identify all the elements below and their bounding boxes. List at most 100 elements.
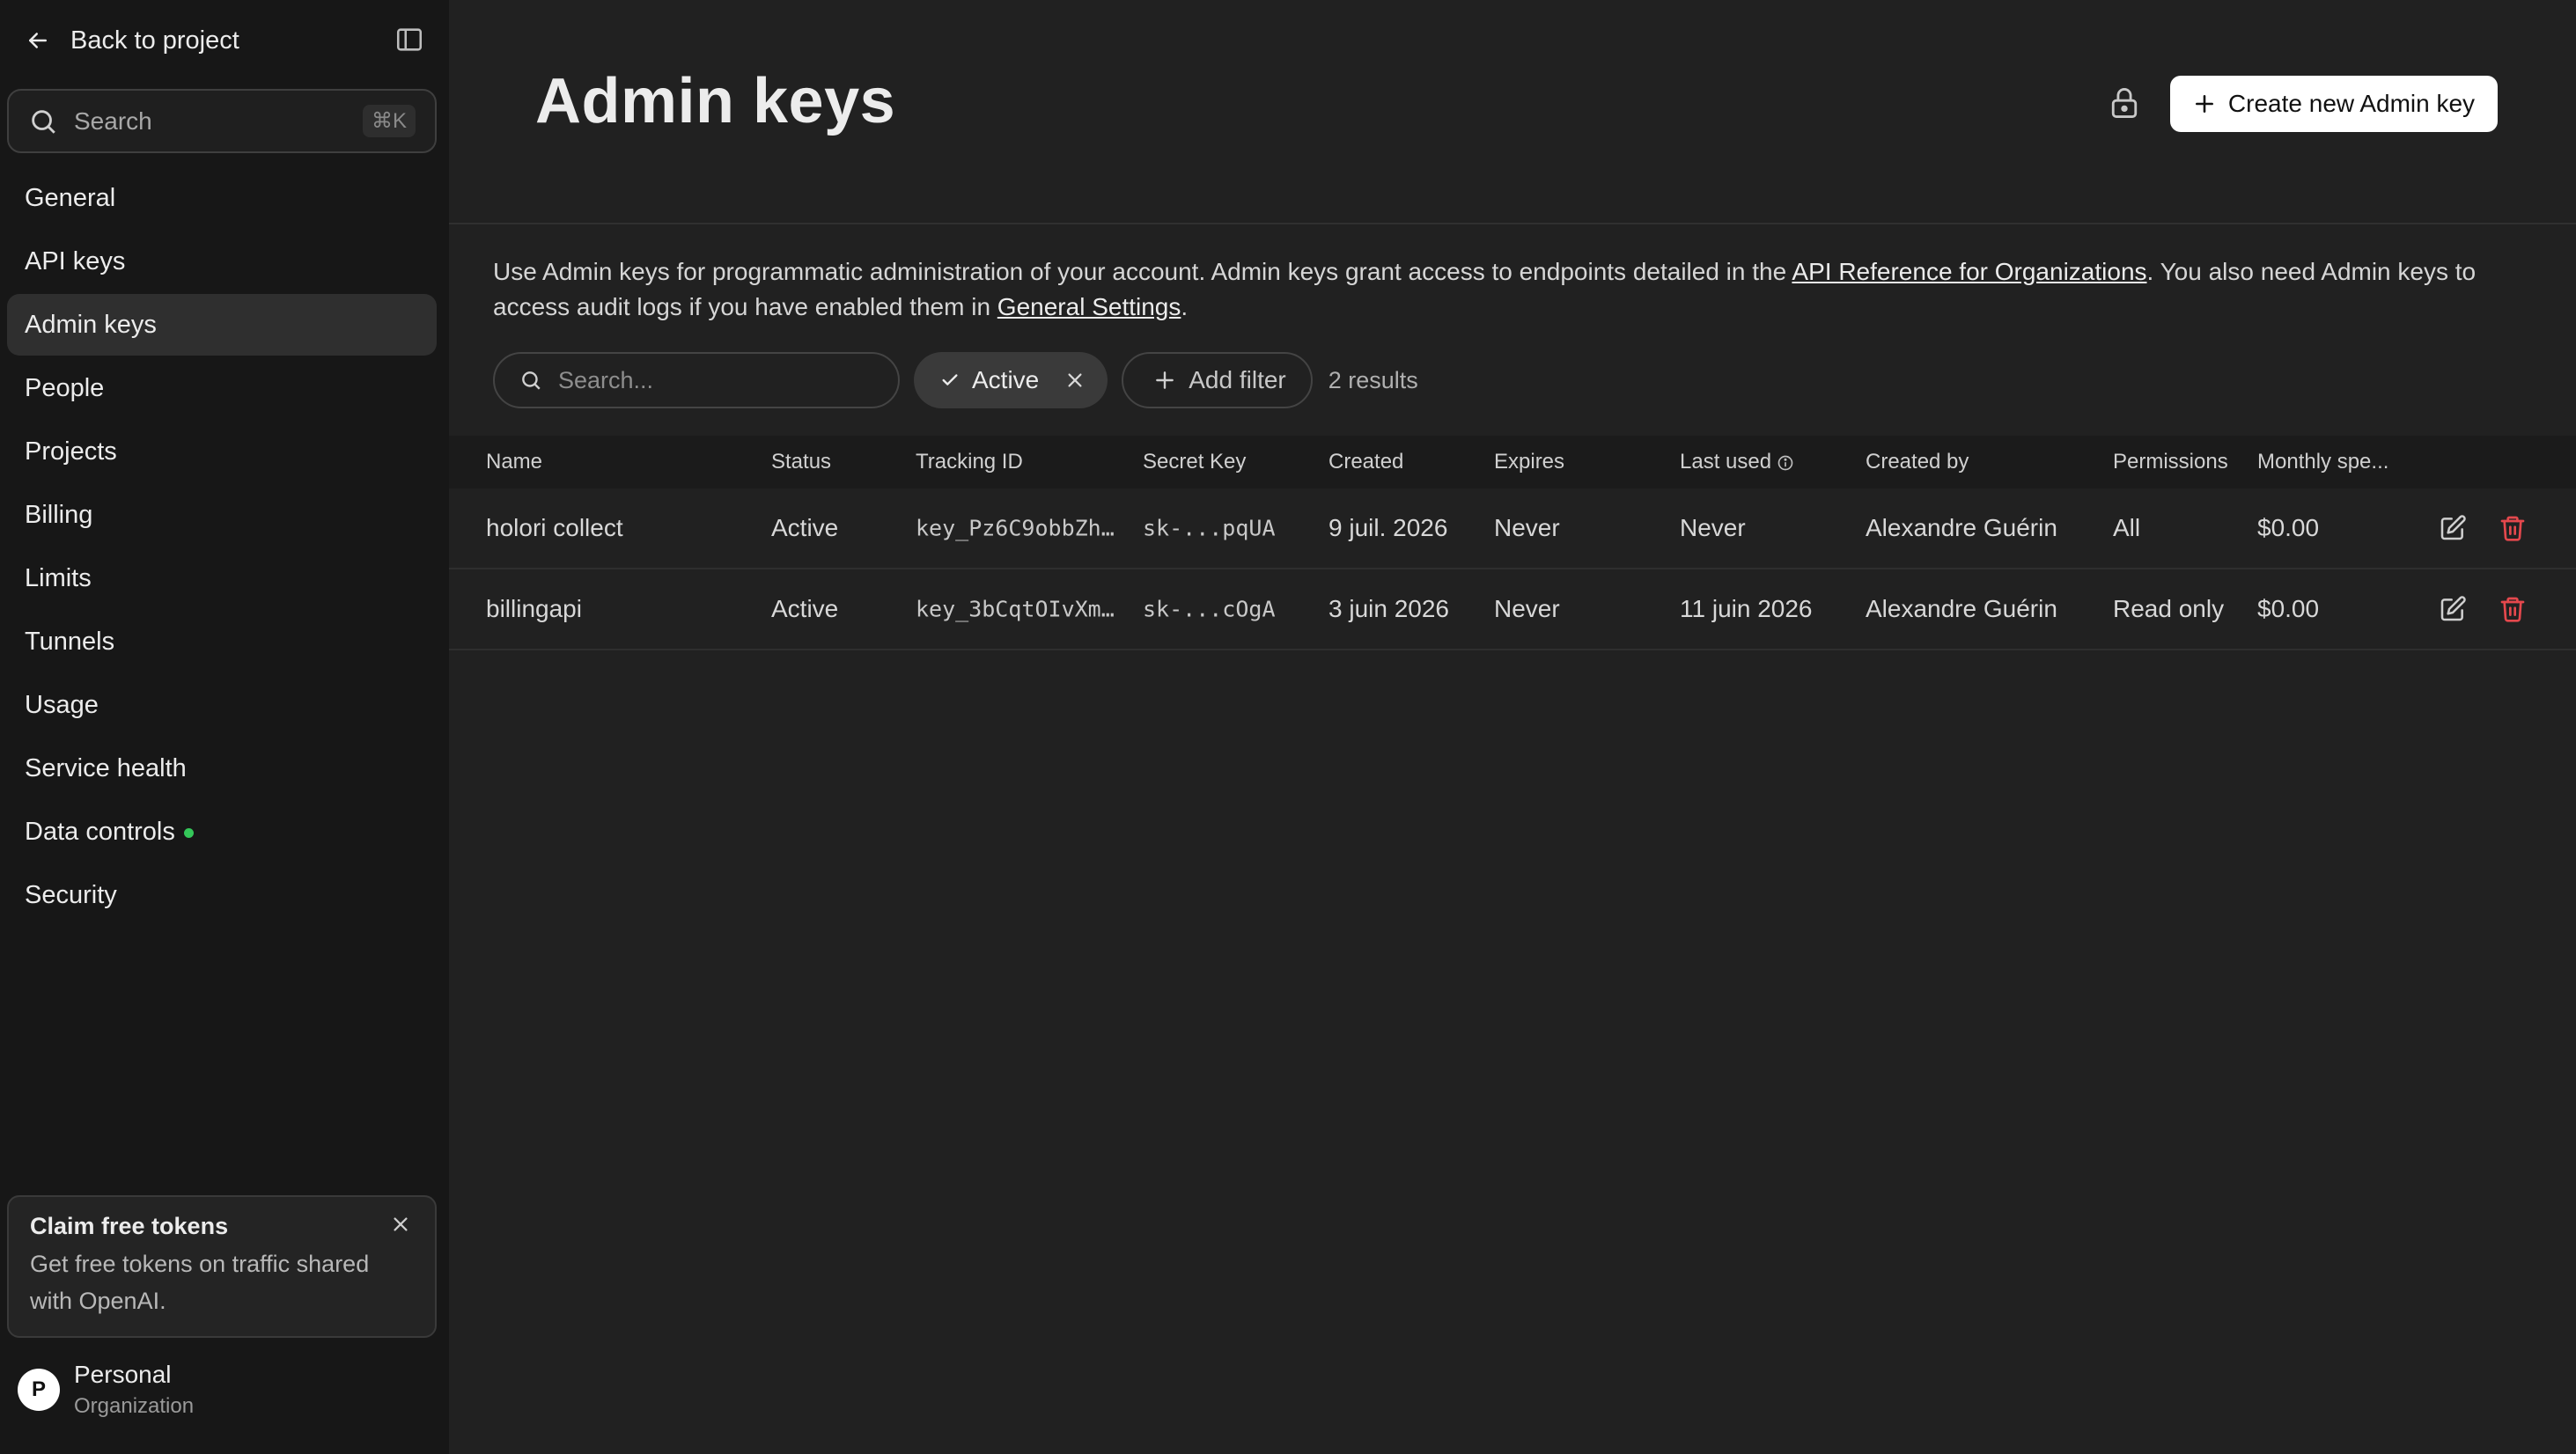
info-icon[interactable] — [1777, 454, 1794, 472]
general-settings-link[interactable]: General Settings — [997, 293, 1181, 320]
table-header: Name Status Tracking ID Secret Key Creat… — [449, 436, 2576, 488]
arrow-left-icon — [29, 33, 47, 48]
search-input[interactable]: Search... — [493, 352, 900, 408]
sidebar-item-label: Admin keys — [25, 310, 157, 339]
sidebar-search[interactable]: Search ⌘K — [7, 89, 437, 153]
page-description: Use Admin keys for programmatic administ… — [493, 254, 2544, 325]
cell-created: 9 juil. 2026 — [1328, 514, 1448, 541]
column-header-created[interactable]: Created — [1328, 450, 1403, 474]
search-shortcut-badge: ⌘K — [362, 105, 416, 137]
header-divider — [449, 223, 2576, 224]
create-admin-key-label: Create new Admin key — [2227, 90, 2476, 117]
cell-status: Active — [771, 595, 839, 622]
edit-icon[interactable] — [2439, 514, 2467, 542]
sidebar: Back to project Search ⌘K General API ke… — [0, 0, 449, 1454]
column-header-status[interactable]: Status — [771, 450, 831, 474]
edit-icon[interactable] — [2439, 595, 2467, 623]
cell-tracking-id: key_Pz6C9obbZh… — [916, 515, 1115, 541]
api-reference-link[interactable]: API Reference for Organizations — [1792, 258, 2146, 285]
sidebar-item-data-controls[interactable]: Data controls — [7, 801, 437, 863]
plus-icon — [1156, 371, 1174, 389]
active-filter-label: Active — [972, 366, 1040, 393]
sidebar-item-security[interactable]: Security — [7, 864, 437, 926]
sidebar-item-label: Limits — [25, 563, 92, 592]
lock-icon[interactable] — [2109, 85, 2139, 121]
column-header-last-used[interactable]: Last used — [1680, 450, 1794, 474]
main-content: Admin keys Create new Admin key Use Admi… — [449, 0, 2576, 1454]
active-filter-chip[interactable]: Active — [914, 352, 1108, 408]
cell-tracking-id: key_3bCqtOIvXm… — [916, 596, 1115, 622]
sidebar-item-general[interactable]: General — [7, 167, 437, 229]
back-to-project-link[interactable]: Back to project — [25, 26, 239, 55]
cell-last-used: 11 juin 2026 — [1680, 595, 1813, 622]
column-header-permissions[interactable]: Permissions — [2113, 450, 2228, 474]
sidebar-item-usage[interactable]: Usage — [7, 674, 437, 736]
organization-name: Personal — [74, 1361, 172, 1388]
cell-secret-key: sk-...cOgA — [1143, 596, 1276, 622]
cell-monthly-spend: $0.00 — [2257, 595, 2320, 622]
sidebar-item-label: Billing — [25, 500, 93, 529]
sidebar-item-api-keys[interactable]: API keys — [7, 231, 437, 292]
sidebar-item-billing[interactable]: Billing — [7, 484, 437, 546]
column-header-last-used-label: Last used — [1680, 450, 1772, 474]
sidebar-nav: General API keys Admin keys People Proje… — [7, 167, 437, 928]
add-filter-button[interactable]: Add filter — [1122, 352, 1313, 408]
sidebar-item-limits[interactable]: Limits — [7, 547, 437, 609]
cell-monthly-spend: $0.00 — [2257, 514, 2320, 541]
sidebar-item-tunnels[interactable]: Tunnels — [7, 611, 437, 672]
column-header-created-by[interactable]: Created by — [1866, 450, 1969, 474]
sidebar-item-label: API keys — [25, 246, 126, 275]
cell-secret-key: sk-...pqUA — [1143, 515, 1276, 541]
column-header-name[interactable]: Name — [486, 450, 542, 474]
promo-title: Claim free tokens — [30, 1213, 229, 1239]
search-icon — [32, 109, 55, 134]
trash-icon[interactable] — [2499, 514, 2527, 542]
claim-tokens-card: Claim free tokens Get free tokens on tra… — [7, 1195, 437, 1338]
trash-icon[interactable] — [2499, 595, 2527, 623]
check-icon — [942, 374, 958, 386]
cell-last-used: Never — [1680, 514, 1746, 541]
cell-expires: Never — [1494, 595, 1560, 622]
column-header-secret-key[interactable]: Secret Key — [1143, 450, 1246, 474]
table-row[interactable]: holori collect Active key_Pz6C9obbZh… sk… — [449, 488, 2576, 569]
sidebar-header: Back to project — [25, 19, 424, 62]
close-icon[interactable] — [391, 1215, 410, 1234]
description-text: Use Admin keys for programmatic administ… — [493, 258, 1792, 285]
column-header-monthly-spend[interactable]: Monthly spe... — [2257, 450, 2388, 474]
avatar: P — [18, 1369, 60, 1411]
sidebar-item-people[interactable]: People — [7, 357, 437, 419]
sidebar-item-label: Tunnels — [25, 627, 115, 656]
cell-permissions: Read only — [2113, 595, 2225, 622]
table-row[interactable]: billingapi Active key_3bCqtOIvXm… sk-...… — [449, 569, 2576, 650]
organization-type: Organization — [74, 1394, 195, 1418]
cell-created: 3 juin 2026 — [1328, 595, 1450, 622]
results-count: 2 results — [1328, 366, 1418, 393]
sidebar-item-admin-keys[interactable]: Admin keys — [7, 294, 437, 356]
sidebar-item-service-health[interactable]: Service health — [7, 738, 437, 799]
create-admin-key-button[interactable]: Create new Admin key — [2170, 76, 2498, 132]
close-icon[interactable] — [1065, 371, 1085, 390]
column-header-expires[interactable]: Expires — [1494, 450, 1564, 474]
cell-name: holori collect — [486, 514, 623, 541]
cell-permissions: All — [2113, 514, 2141, 541]
back-to-project-label: Back to project — [70, 26, 239, 55]
sidebar-item-label: General — [25, 183, 116, 212]
sidebar-item-label: People — [25, 373, 105, 402]
cell-status: Active — [771, 514, 839, 541]
add-filter-label: Add filter — [1189, 366, 1286, 393]
sidebar-item-label: Service health — [25, 753, 187, 782]
cell-name: billingapi — [486, 595, 582, 622]
organization-switcher[interactable]: P Personal Organization — [18, 1361, 194, 1419]
column-header-tracking-id[interactable]: Tracking ID — [916, 450, 1023, 474]
sidebar-search-placeholder: Search — [74, 106, 152, 135]
plus-icon — [2195, 95, 2213, 113]
search-icon — [522, 371, 541, 390]
sidebar-item-projects[interactable]: Projects — [7, 421, 437, 482]
cell-created-by: Alexandre Guérin — [1866, 514, 2057, 541]
search-placeholder: Search... — [558, 366, 654, 393]
status-dot-indicator — [183, 827, 194, 838]
cell-expires: Never — [1494, 514, 1560, 541]
cell-created-by: Alexandre Guérin — [1866, 595, 2057, 622]
promo-body: Get free tokens on traffic shared with O… — [30, 1251, 370, 1314]
sidebar-toggle-icon[interactable] — [394, 25, 424, 55]
